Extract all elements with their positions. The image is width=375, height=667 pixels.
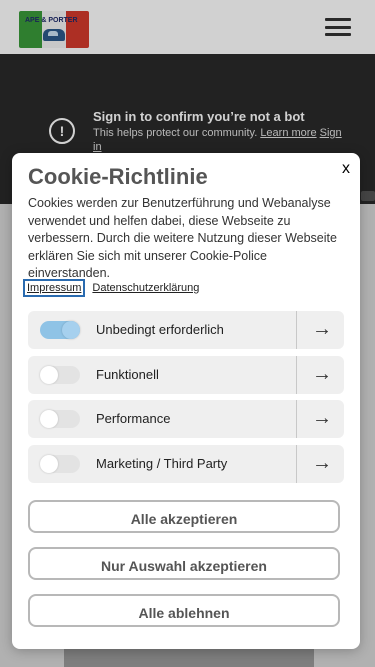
cookie-dialog: x Cookie-Richtlinie Cookies werden zur B…	[12, 153, 360, 649]
category-row-performance: Performance →	[28, 400, 344, 438]
legal-links: Impressum Datenschutzerklärung	[22, 279, 199, 297]
datenschutz-link[interactable]: Datenschutzerklärung	[92, 282, 199, 294]
arrow-right-icon[interactable]: →	[312, 364, 332, 384]
toggle-performance[interactable]	[40, 410, 80, 428]
category-label: Unbedingt erforderlich	[96, 322, 224, 337]
arrow-right-icon[interactable]: →	[312, 408, 332, 428]
toggle-required[interactable]	[40, 321, 80, 339]
cookie-categories: Unbedingt erforderlich → Funktionell → P…	[28, 311, 344, 489]
cookie-title: Cookie-Richtlinie	[28, 164, 208, 189]
impressum-link[interactable]: Impressum	[22, 279, 86, 297]
cookie-description: Cookies werden zur Benutzerführung und W…	[28, 196, 337, 280]
category-label: Marketing / Third Party	[96, 455, 228, 471]
accept-selection-button[interactable]: Nur Auswahl akzeptieren	[28, 547, 340, 580]
category-row-required: Unbedingt erforderlich →	[28, 311, 344, 349]
category-row-marketing: Marketing / Third Party →	[28, 444, 344, 483]
category-row-functional: Funktionell →	[28, 355, 344, 394]
reject-all-button[interactable]: Alle ablehnen	[28, 594, 340, 627]
category-label: Performance	[96, 411, 171, 426]
close-icon[interactable]: x	[342, 161, 350, 177]
toggle-functional[interactable]	[40, 365, 80, 384]
toggle-marketing[interactable]	[40, 454, 80, 473]
arrow-right-icon[interactable]: →	[312, 453, 332, 473]
category-label: Funktionell	[96, 366, 159, 382]
accept-all-button[interactable]: Alle akzeptieren	[28, 500, 340, 533]
arrow-right-icon[interactable]: →	[312, 319, 332, 339]
